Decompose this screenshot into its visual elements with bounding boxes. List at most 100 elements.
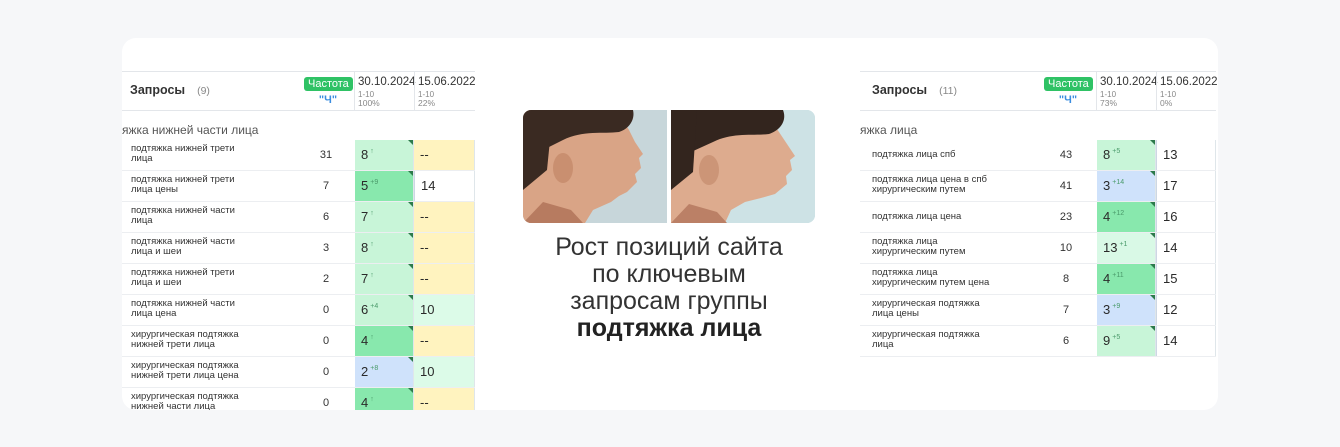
query-text: подтяжка лица цена	[872, 211, 962, 222]
position-current: 7 ↑	[355, 202, 414, 232]
frequency-value: 6	[1062, 335, 1070, 347]
right-queries-table: Запросы (11) Частота "Ч" 30.10.2024 1-10 …	[860, 71, 1218, 357]
frequency-value: 2	[322, 273, 330, 285]
date-column-header: 15.06.2022 1-10 0%	[1156, 72, 1218, 110]
position-old: --	[414, 264, 475, 294]
query-text: подтяжка нижней части лица и шеи	[131, 236, 235, 257]
position-current: 8 +5	[1097, 140, 1156, 170]
date-column-header: 30.10.2024 1-10 73%	[1096, 72, 1158, 110]
before-after-photos	[523, 110, 815, 223]
table-row[interactable]: хирургическая подтяжка нижней трети лица …	[122, 357, 475, 388]
query-text: хирургическая подтяжка нижней трети лица	[131, 329, 239, 350]
position-current: 2 +8	[355, 357, 414, 387]
right-rows: подтяжка лица спб 43 8 +5 13 подтяжка лиц…	[860, 140, 1216, 357]
position-old: 10	[414, 357, 475, 387]
table-row[interactable]: хирургическая подтяжка нижней трети лица …	[122, 326, 475, 357]
query-text: подтяжка лица цена в спб хирургическим пу…	[872, 174, 987, 195]
position-current: 4 +11	[1097, 264, 1156, 294]
query-text: подтяжка нижней трети лица	[131, 143, 235, 164]
queries-count: (9)	[197, 85, 210, 97]
frequency-value: 10	[1059, 242, 1073, 254]
position-old: 17	[1156, 171, 1216, 201]
query-text: подтяжка лица хирургическим путем цена	[872, 267, 990, 288]
table-row[interactable]: подтяжка нижней трети лица 31 8 ↑ --	[122, 140, 475, 171]
query-text: хирургическая подтяжка лица цены	[872, 298, 980, 319]
position-current: 5 +9	[355, 171, 414, 201]
headline: Рост позиций сайта по ключевым запросам …	[555, 233, 783, 342]
frequency-value: 31	[319, 149, 333, 161]
table-row[interactable]: подтяжка лица хирургическим путем 10 13 +1…	[860, 233, 1216, 264]
position-old: --	[414, 202, 475, 232]
table-row[interactable]: подтяжка лица цена 23 4 +12 16	[860, 202, 1216, 233]
position-current: 8 ↑	[355, 140, 414, 170]
table-row[interactable]: подтяжка нижней трети лица и шеи 2 7 ↑ --	[122, 264, 475, 295]
table-header: Запросы (9) Частота "Ч" 30.10.2024 1-10 1…	[122, 71, 476, 111]
table-header: Запросы (11) Частота "Ч" 30.10.2024 1-10 …	[860, 71, 1218, 111]
position-old: 16	[1156, 202, 1216, 232]
frequency-header: Частота "Ч"	[1044, 74, 1093, 106]
frequency-value: 41	[1059, 180, 1073, 192]
position-current: 8 ↑	[355, 233, 414, 263]
position-current: 9 +5	[1097, 326, 1156, 356]
position-current: 3 +9	[1097, 295, 1156, 325]
query-text: хирургическая подтяжка нижней части лица	[131, 391, 239, 411]
frequency-header: Частота "Ч"	[304, 74, 353, 106]
table-row[interactable]: подтяжка лица цена в спб хирургическим пу…	[860, 171, 1216, 202]
frequency-value: 7	[322, 180, 330, 192]
table-row[interactable]: хирургическая подтяжка лица цены 7 3 +9 12	[860, 295, 1216, 326]
date-column-header: 15.06.2022 1-10 22%	[414, 72, 476, 110]
query-text: хирургическая подтяжка лица	[872, 329, 980, 350]
frequency-badge: Частота	[304, 77, 353, 91]
position-current: 6 +4	[355, 295, 414, 325]
position-current: 4 ↑	[355, 326, 414, 356]
queries-header: Запросы (11)	[872, 83, 957, 97]
frequency-value: 23	[1059, 211, 1073, 223]
frequency-badge: Частота	[1044, 77, 1093, 91]
query-text: подтяжка лица хирургическим путем	[872, 236, 966, 257]
frequency-value: 0	[322, 335, 330, 347]
position-old: --	[414, 140, 475, 170]
left-rows: подтяжка нижней трети лица 31 8 ↑ -- подтя…	[122, 140, 475, 410]
query-text: подтяжка нижней части лица	[131, 205, 235, 226]
position-old: --	[414, 326, 475, 356]
position-current: 4 ↑	[355, 388, 414, 410]
frequency-value: 7	[1062, 304, 1070, 316]
frequency-sub: "Ч"	[1058, 94, 1078, 106]
table-row[interactable]: подтяжка нижней части лица цена 0 6 +4 10	[122, 295, 475, 326]
position-current: 7 ↑	[355, 264, 414, 294]
frequency-value: 6	[322, 211, 330, 223]
position-old: 14	[414, 171, 475, 201]
table-row[interactable]: подтяжка нижней части лица и шеи 3 8 ↑ --	[122, 233, 475, 264]
table-row[interactable]: подтяжка нижней части лица 6 7 ↑ --	[122, 202, 475, 233]
table-row[interactable]: хирургическая подтяжка нижней части лица …	[122, 388, 475, 410]
group-title: яжка нижней части лица	[122, 123, 259, 137]
position-current: 3 +14	[1097, 171, 1156, 201]
table-row[interactable]: подтяжка нижней трети лица цены 7 5 +9 14	[122, 171, 475, 202]
date-column-header: 30.10.2024 1-10 100%	[354, 72, 416, 110]
table-row[interactable]: хирургическая подтяжка лица 6 9 +5 14	[860, 326, 1216, 357]
frequency-value: 0	[322, 366, 330, 378]
position-current: 4 +12	[1097, 202, 1156, 232]
face-profile-after-icon	[671, 110, 815, 223]
query-text: подтяжка нижней трети лица цены	[131, 174, 235, 195]
position-old: 14	[1156, 326, 1216, 356]
position-old: 10	[414, 295, 475, 325]
table-row[interactable]: подтяжка лица спб 43 8 +5 13	[860, 140, 1216, 171]
position-old: 12	[1156, 295, 1216, 325]
query-text: хирургическая подтяжка нижней трети лица …	[131, 360, 239, 381]
content-card: Запросы (9) Частота "Ч" 30.10.2024 1-10 1…	[122, 38, 1218, 410]
query-text: подтяжка нижней трети лица и шеи	[131, 267, 235, 288]
group-title: яжка лица	[860, 123, 918, 137]
queries-count: (11)	[939, 85, 957, 97]
query-text: подтяжка нижней части лица цена	[131, 298, 235, 319]
frequency-value: 0	[322, 397, 330, 409]
table-row[interactable]: подтяжка лица хирургическим путем цена 8 …	[860, 264, 1216, 295]
position-old: 15	[1156, 264, 1216, 294]
position-old: --	[414, 233, 475, 263]
left-queries-table: Запросы (9) Частота "Ч" 30.10.2024 1-10 1…	[122, 71, 476, 410]
frequency-sub: "Ч"	[318, 94, 338, 106]
frequency-value: 43	[1059, 149, 1073, 161]
frequency-value: 8	[1062, 273, 1070, 285]
frequency-value: 3	[322, 242, 330, 254]
position-old: 13	[1156, 140, 1216, 170]
